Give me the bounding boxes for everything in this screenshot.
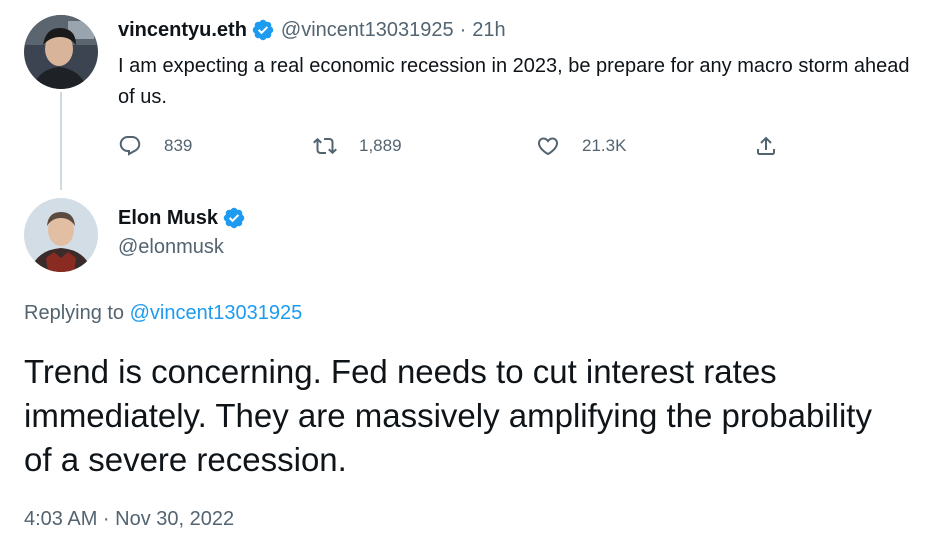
replying-to-label: Replying to <box>24 302 125 324</box>
parent-time-ago[interactable]: 21h <box>472 19 505 42</box>
share-icon <box>754 134 778 158</box>
reply-count: 839 <box>164 136 193 155</box>
retweet-button[interactable]: 1,889 <box>313 128 402 164</box>
reply-button[interactable]: 839 <box>118 128 192 164</box>
parent-tweet-header: vincentyu.eth @vincent13031925 · 21h <box>118 17 506 43</box>
reply-tweet-text: Trend is concerning. Fed needs to cut in… <box>24 353 872 478</box>
tweet-timestamp[interactable]: 4:03 AM · Nov 30, 2022 <box>24 508 234 531</box>
parent-tweet-actions: 839 1,889 21.3K <box>118 128 778 164</box>
comment-icon <box>118 134 142 158</box>
heart-icon <box>536 134 560 158</box>
parent-tweet-text: I am expecting a real economic recession… <box>118 55 910 108</box>
reply-tweet-header: Elon Musk <box>118 205 246 231</box>
like-button[interactable]: 21.3K <box>536 128 626 164</box>
replying-to-handle-link[interactable]: @vincent13031925 <box>130 302 303 324</box>
thread-connector-line <box>60 92 62 190</box>
verified-badge-icon <box>222 206 246 230</box>
retweet-icon <box>313 134 337 158</box>
parent-display-name[interactable]: vincentyu.eth <box>118 19 247 42</box>
like-count: 21.3K <box>582 136 627 155</box>
reply-author-avatar[interactable] <box>24 198 98 272</box>
replying-to-line: Replying to @vincent13031925 <box>24 302 302 325</box>
reply-display-name[interactable]: Elon Musk <box>118 207 218 230</box>
parent-author-avatar[interactable] <box>24 15 98 89</box>
reply-handle[interactable]: @elonmusk <box>118 236 224 259</box>
parent-handle[interactable]: @vincent13031925 <box>281 19 454 42</box>
separator-dot: · <box>459 18 467 41</box>
verified-badge-icon <box>251 18 275 42</box>
retweet-count: 1,889 <box>359 136 402 155</box>
share-button[interactable] <box>754 128 778 164</box>
